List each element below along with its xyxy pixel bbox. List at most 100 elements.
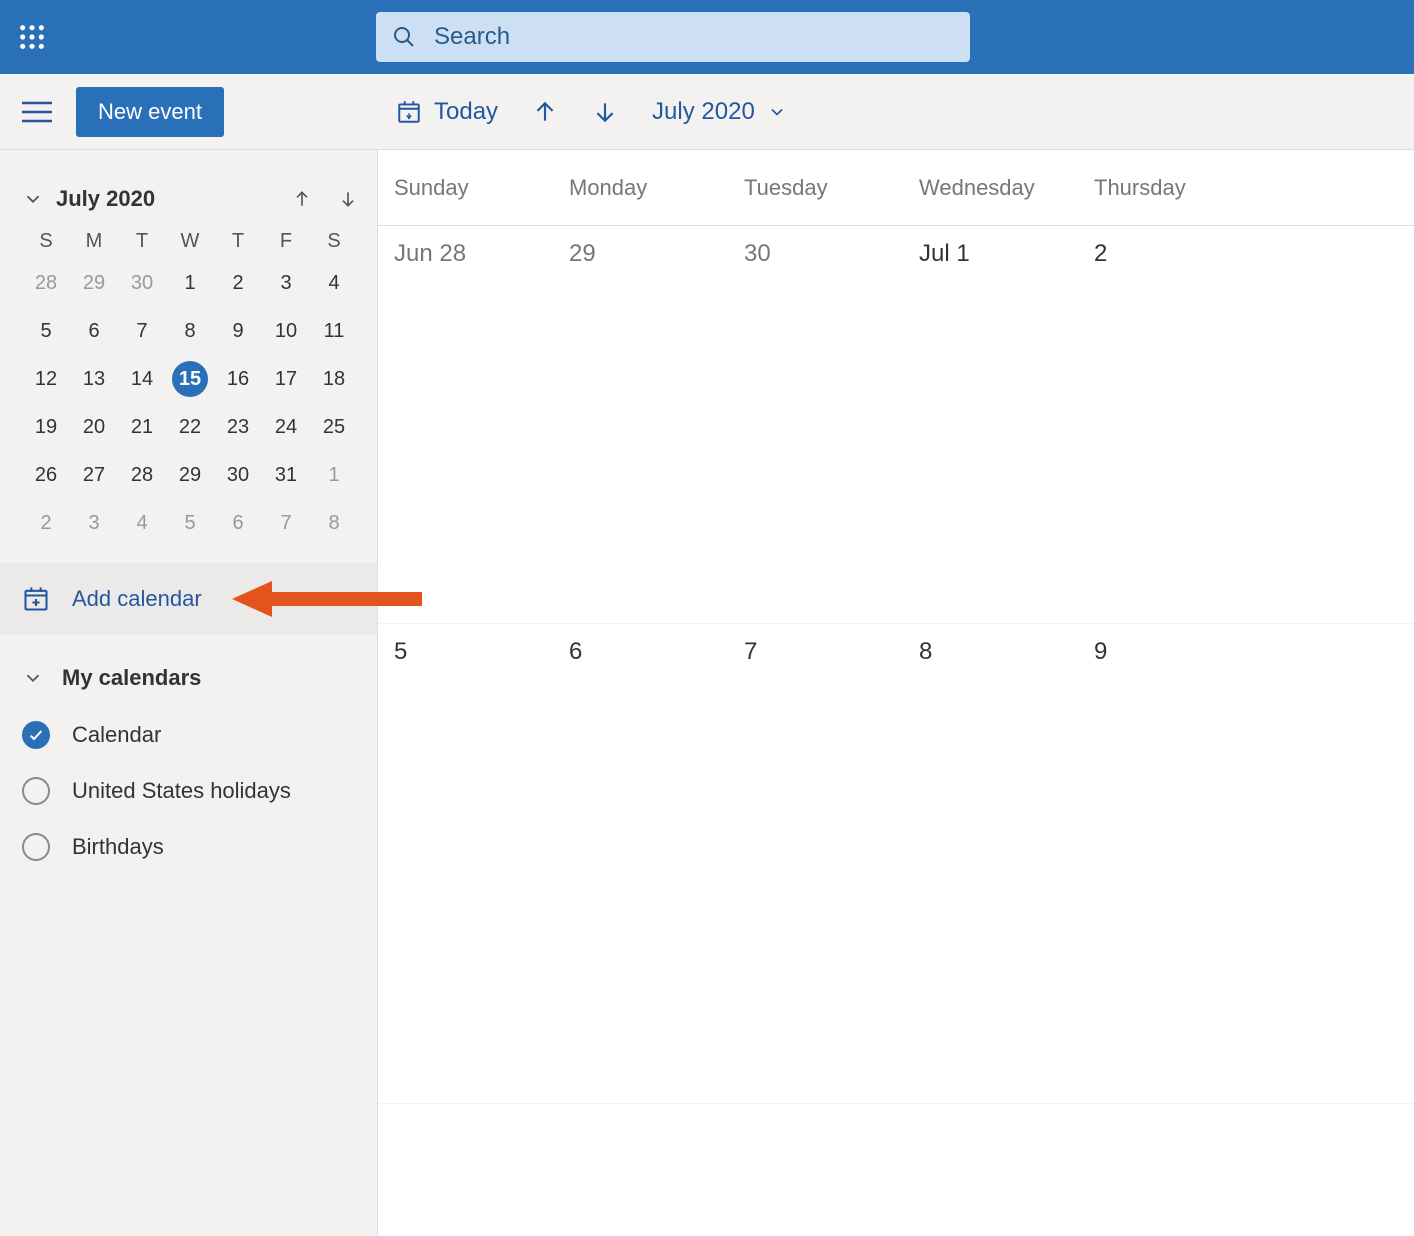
month-picker-button[interactable]: July 2020 xyxy=(652,98,787,126)
mini-day-cell[interactable]: 25 xyxy=(310,409,358,445)
mini-day-of-week: S xyxy=(310,230,358,253)
next-period-button[interactable] xyxy=(592,99,618,125)
mini-day-cell[interactable]: 31 xyxy=(262,457,310,493)
add-calendar-label: Add calendar xyxy=(72,586,202,612)
mini-day-cell[interactable]: 9 xyxy=(214,313,262,349)
mini-next-month-button[interactable] xyxy=(331,182,365,216)
mini-day-cell[interactable]: 1 xyxy=(310,457,358,493)
calendar-surface: SundayMondayTuesdayWednesdayThursday Jun… xyxy=(378,150,1414,1236)
add-calendar-button[interactable]: Add calendar xyxy=(0,563,377,635)
today-button[interactable]: Today xyxy=(396,98,498,126)
check-icon xyxy=(28,727,44,743)
mini-day-cell[interactable]: 7 xyxy=(262,505,310,541)
command-bar: New event Today July 2020 xyxy=(0,74,1414,150)
mini-day-of-week: W xyxy=(166,230,214,253)
mini-day-cell[interactable]: 21 xyxy=(118,409,166,445)
day-header-cell: Monday xyxy=(553,175,728,201)
mini-day-cell[interactable]: 1 xyxy=(166,265,214,301)
calendar-list-item[interactable]: Calendar xyxy=(0,707,377,763)
date-cell[interactable]: 2 xyxy=(1078,226,1414,623)
mini-day-cell[interactable]: 20 xyxy=(70,409,118,445)
suite-bar xyxy=(0,0,1414,74)
mini-day-cell[interactable]: 8 xyxy=(310,505,358,541)
mini-day-cell[interactable]: 27 xyxy=(70,457,118,493)
date-cell[interactable]: 7 xyxy=(728,624,903,1103)
mini-day-cell[interactable]: 10 xyxy=(262,313,310,349)
day-header-cell: Tuesday xyxy=(728,175,903,201)
day-header-cell: Sunday xyxy=(378,175,553,201)
calendar-toggle[interactable] xyxy=(22,777,50,805)
mini-day-cell[interactable]: 29 xyxy=(166,457,214,493)
date-cell[interactable]: 8 xyxy=(903,624,1078,1103)
mini-day-cell[interactable]: 15 xyxy=(166,361,214,397)
calendar-list-item[interactable]: Birthdays xyxy=(0,819,377,875)
calendar-list-label: United States holidays xyxy=(72,778,291,804)
search-icon xyxy=(392,25,416,49)
mini-day-cell[interactable]: 5 xyxy=(166,505,214,541)
mini-day-cell[interactable]: 18 xyxy=(310,361,358,397)
mini-day-cell[interactable]: 14 xyxy=(118,361,166,397)
date-cell[interactable]: Jun 28 xyxy=(378,226,553,623)
calendar-today-icon xyxy=(396,99,422,125)
chevron-down-icon[interactable] xyxy=(22,188,44,210)
calendar-toggle[interactable] xyxy=(22,721,50,749)
search-input[interactable] xyxy=(434,23,954,51)
new-event-button[interactable]: New event xyxy=(76,87,224,137)
mini-day-cell[interactable]: 5 xyxy=(22,313,70,349)
mini-day-cell[interactable]: 3 xyxy=(70,505,118,541)
mini-day-cell[interactable]: 4 xyxy=(310,265,358,301)
chevron-down-icon xyxy=(767,102,787,122)
today-label: Today xyxy=(434,98,498,126)
my-calendars-label: My calendars xyxy=(62,665,201,691)
mini-day-cell[interactable]: 13 xyxy=(70,361,118,397)
date-cell[interactable]: 6 xyxy=(553,624,728,1103)
mini-day-cell[interactable]: 28 xyxy=(22,265,70,301)
date-cell[interactable]: 29 xyxy=(553,226,728,623)
mini-day-cell[interactable]: 30 xyxy=(214,457,262,493)
mini-day-cell[interactable]: 4 xyxy=(118,505,166,541)
mini-day-cell[interactable]: 2 xyxy=(22,505,70,541)
mini-day-of-week: M xyxy=(70,230,118,253)
chevron-down-icon xyxy=(22,667,44,689)
mini-prev-month-button[interactable] xyxy=(285,182,319,216)
mini-day-cell[interactable]: 30 xyxy=(118,265,166,301)
mini-day-cell[interactable]: 22 xyxy=(166,409,214,445)
search-box[interactable] xyxy=(376,12,970,62)
mini-day-of-week: S xyxy=(22,230,70,253)
arrow-down-icon xyxy=(338,189,358,209)
mini-calendar-title: July 2020 xyxy=(56,186,273,212)
mini-day-cell[interactable]: 3 xyxy=(262,265,310,301)
mini-calendar-grid: SMTWTFS282930123456789101112131415161718… xyxy=(22,230,358,541)
app-launcher-button[interactable] xyxy=(0,5,64,69)
date-cell[interactable]: Jul 1 xyxy=(903,226,1078,623)
mini-day-cell[interactable]: 17 xyxy=(262,361,310,397)
date-cell[interactable]: 9 xyxy=(1078,624,1414,1103)
mini-day-cell[interactable]: 7 xyxy=(118,313,166,349)
mini-day-cell[interactable]: 6 xyxy=(70,313,118,349)
mini-day-of-week: T xyxy=(214,230,262,253)
mini-day-cell[interactable]: 19 xyxy=(22,409,70,445)
mini-day-cell[interactable]: 8 xyxy=(166,313,214,349)
calendar-toggle[interactable] xyxy=(22,833,50,861)
mini-day-cell[interactable]: 11 xyxy=(310,313,358,349)
mini-day-cell[interactable]: 6 xyxy=(214,505,262,541)
calendar-list-item[interactable]: United States holidays xyxy=(0,763,377,819)
hamburger-button[interactable] xyxy=(18,93,56,131)
mini-day-cell[interactable]: 24 xyxy=(262,409,310,445)
day-header-cell: Thursday xyxy=(1078,175,1414,201)
day-header-row: SundayMondayTuesdayWednesdayThursday xyxy=(378,150,1414,226)
mini-day-cell[interactable]: 26 xyxy=(22,457,70,493)
mini-day-cell[interactable]: 23 xyxy=(214,409,262,445)
date-cell[interactable]: 30 xyxy=(728,226,903,623)
date-cell[interactable]: 5 xyxy=(378,624,553,1103)
mini-day-cell[interactable]: 12 xyxy=(22,361,70,397)
mini-day-cell[interactable]: 29 xyxy=(70,265,118,301)
mini-day-of-week: F xyxy=(262,230,310,253)
day-header-cell: Wednesday xyxy=(903,175,1078,201)
my-calendars-toggle[interactable]: My calendars xyxy=(0,635,377,707)
mini-day-cell[interactable]: 28 xyxy=(118,457,166,493)
calendar-add-icon xyxy=(22,585,50,613)
mini-day-cell[interactable]: 16 xyxy=(214,361,262,397)
prev-period-button[interactable] xyxy=(532,99,558,125)
mini-day-cell[interactable]: 2 xyxy=(214,265,262,301)
